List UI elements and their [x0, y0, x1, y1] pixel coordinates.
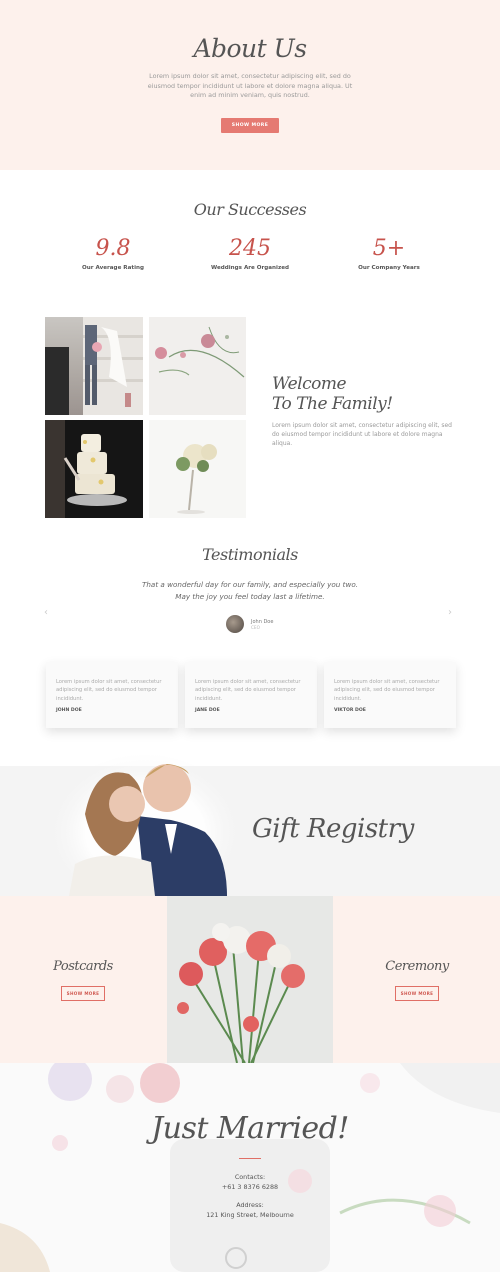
contacts-label: Contacts:: [234, 1173, 266, 1181]
ceremony-show-more-button[interactable]: SHOW MORE: [395, 986, 439, 1001]
testimonial-quote-line1: That a wonderful day for our family, and…: [141, 580, 359, 589]
vase-flowers-photo: [149, 420, 246, 518]
stat-weddings-label: Weddings Are Organized: [210, 265, 290, 271]
contacts-phone: +61 3 8376 6288: [221, 1183, 279, 1191]
card-author: JANE DOE: [195, 708, 220, 714]
kissing-couple-photo: [55, 754, 235, 896]
stat-rating: 9.8 Our Average Rating: [50, 236, 176, 271]
successes-title: Our Successes: [193, 200, 307, 219]
welcome-title-line1: Welcome: [272, 374, 347, 394]
stat-years: 5+ Our Company Years: [326, 236, 452, 271]
testimonial-card-2: Lorem ipsum dolor sit amet, consectetur …: [185, 662, 317, 728]
testimonial-prev-arrow[interactable]: ‹: [44, 607, 48, 618]
ceremony-block: Ceremony SHOW MORE: [334, 959, 500, 1001]
card-author: JOHN DOE: [56, 708, 82, 714]
about-section: About Us Lorem ipsum dolor sit amet, con…: [0, 0, 500, 170]
testimonials-title: Testimonials: [202, 545, 298, 564]
author-name: John Doe: [251, 618, 274, 625]
testimonial-next-arrow[interactable]: ›: [448, 607, 452, 618]
about-title: About Us: [193, 34, 307, 63]
testimonial-author: John Doe CEO: [226, 615, 273, 633]
stat-weddings-value: 245: [229, 236, 271, 261]
title-divider: [239, 1158, 261, 1159]
stat-rating-value: 9.8: [95, 236, 131, 261]
card-author: VIKTOR DOE: [334, 708, 366, 714]
author-avatar: [226, 615, 244, 633]
author-role: CEO: [251, 624, 260, 630]
address-label: Address:: [236, 1201, 264, 1209]
testimonial-card-3: Lorem ipsum dolor sit amet, consectetur …: [324, 662, 456, 728]
testimonials-section: Testimonials That a wonderful day for ou…: [0, 545, 500, 650]
welcome-text: Lorem ipsum dolor sit amet, consectetur …: [272, 422, 452, 447]
stat-weddings: 245 Weddings Are Organized: [186, 236, 314, 271]
address-value: 121 King Street, Melbourne: [206, 1211, 294, 1219]
wedding-cake-photo: [45, 420, 143, 518]
postcards-block: Postcards SHOW MORE: [0, 959, 166, 1001]
about-show-more-button[interactable]: SHOW MORE: [221, 117, 279, 133]
postcards-show-more-button[interactable]: SHOW MORE: [61, 986, 105, 1001]
postcards-title: Postcards: [53, 959, 113, 974]
stat-years-label: Our Company Years: [358, 265, 420, 271]
about-text: Lorem ipsum dolor sit amet, consectetur …: [147, 72, 353, 99]
card-text: Lorem ipsum dolor sit amet, consectetur …: [195, 679, 301, 702]
couple-photo: [45, 317, 143, 415]
gift-registry-section: Gift Registry: [0, 754, 500, 896]
stat-years-value: 5+: [372, 236, 406, 261]
carnations-photo: [167, 896, 333, 1064]
successes-section: Our Successes 9.8 Our Average Rating 245…: [0, 170, 500, 310]
stat-rating-label: Our Average Rating: [82, 265, 144, 271]
testimonial-quote-line2: May the joy you feel today last a lifeti…: [175, 592, 325, 601]
card-text: Lorem ipsum dolor sit amet, consectetur …: [56, 679, 162, 702]
just-married-section: Just Married! Contacts: +61 3 8376 6288 …: [0, 1063, 500, 1272]
gift-registry-title: Gift Registry: [252, 814, 414, 844]
welcome-block: Welcome To The Family! Lorem ipsum dolor…: [272, 374, 452, 448]
flowers-flatlay-photo: [149, 317, 246, 415]
options-section: Postcards SHOW MORE Ceremony SHOW MORE: [0, 896, 500, 1064]
welcome-title-line2: To The Family!: [272, 394, 393, 414]
card-text: Lorem ipsum dolor sit amet, consectetur …: [334, 679, 440, 702]
just-married-title: Just Married!: [151, 1111, 349, 1146]
ceremony-title: Ceremony: [385, 959, 449, 974]
testimonial-card-1: Lorem ipsum dolor sit amet, consectetur …: [46, 662, 178, 728]
